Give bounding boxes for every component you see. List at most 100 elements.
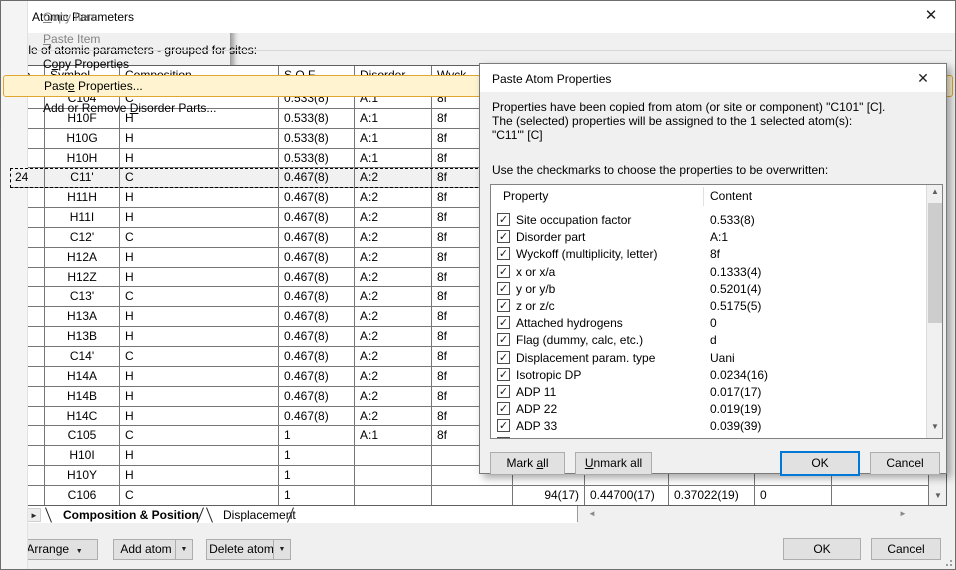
scroll-down-icon[interactable]: ▼ (930, 487, 946, 505)
table-cell[interactable]: A:2 (355, 327, 432, 347)
table-cell[interactable]: H11H (45, 188, 120, 208)
table-cell[interactable]: 0.467(8) (279, 407, 355, 427)
table-cell[interactable]: 0.467(8) (279, 307, 355, 327)
checkbox[interactable]: ✓ (497, 247, 510, 260)
tab-scroll-right-icon[interactable]: ► (27, 508, 41, 522)
table-cell[interactable]: C13' (45, 287, 120, 307)
table-horizontal-scrollbar[interactable]: ◄ ► (577, 506, 929, 522)
mark-all-button[interactable]: Mark all (490, 452, 565, 475)
table-cell[interactable]: 0.467(8) (279, 387, 355, 407)
table-cell[interactable]: H (120, 446, 279, 466)
table-cell[interactable]: 0.467(8) (279, 347, 355, 367)
table-cell[interactable]: 24 (10, 168, 45, 188)
tab-displacement[interactable]: Displacement (223, 508, 296, 522)
table-cell[interactable]: C (120, 228, 279, 248)
table-cell[interactable]: H14C (45, 407, 120, 427)
table-cell[interactable]: C (120, 287, 279, 307)
chevron-down-icon[interactable]: ▼ (273, 540, 290, 559)
checkbox[interactable]: ✓ (497, 333, 510, 346)
table-cell[interactable]: H13A (45, 307, 120, 327)
table-cell[interactable]: H (120, 367, 279, 387)
property-list-scrollbar[interactable]: ▲ ▼ (926, 185, 942, 438)
table-cell[interactable]: 0.533(8) (279, 129, 355, 149)
table-cell[interactable]: H (120, 268, 279, 288)
table-cell[interactable]: C11' (45, 168, 120, 188)
table-cell[interactable]: 0.37022(19) (669, 486, 755, 505)
ok-button[interactable]: OK (783, 538, 861, 560)
table-cell[interactable]: H (120, 208, 279, 228)
table-cell[interactable]: H (120, 327, 279, 347)
checkbox[interactable]: ✓ (497, 402, 510, 415)
table-cell[interactable]: H (120, 248, 279, 268)
chevron-down-icon[interactable]: ▼ (175, 540, 192, 559)
table-cell[interactable]: H (120, 387, 279, 407)
unmark-all-button[interactable]: Unmark all (575, 452, 652, 475)
checkbox[interactable]: ✓ (497, 385, 510, 398)
dialog-ok-button[interactable]: OK (780, 451, 860, 476)
table-cell[interactable]: 94(17) (513, 486, 585, 505)
table-cell[interactable]: H14A (45, 367, 120, 387)
table-cell[interactable] (355, 486, 432, 505)
table-cell[interactable]: 0.467(8) (279, 168, 355, 188)
cancel-button[interactable]: Cancel (871, 538, 941, 560)
table-cell[interactable]: H10Y (45, 466, 120, 486)
table-cell[interactable]: H10I (45, 446, 120, 466)
checkbox[interactable]: ✓ (497, 299, 510, 312)
table-cell[interactable]: A:2 (355, 248, 432, 268)
scroll-up-icon[interactable]: ▲ (927, 187, 943, 201)
scroll-down-icon[interactable]: ▼ (927, 422, 943, 436)
scrollbar-thumb[interactable] (928, 203, 942, 323)
table-cell[interactable]: 0.467(8) (279, 248, 355, 268)
table-cell[interactable]: A:2 (355, 307, 432, 327)
table-cell[interactable]: 0.467(8) (279, 327, 355, 347)
table-cell[interactable]: A:2 (355, 188, 432, 208)
table-cell[interactable]: A:2 (355, 407, 432, 427)
table-cell[interactable]: 0.44700(17) (585, 486, 669, 505)
checkbox[interactable]: ✓ (497, 316, 510, 329)
table-row[interactable]: 40C106C194(17)0.44700(17)0.37022(19)0 (10, 486, 928, 505)
table-cell[interactable]: C (120, 168, 279, 188)
table-cell[interactable]: A:1 (355, 129, 432, 149)
add-atom-button[interactable]: Add atom ▼ (113, 539, 193, 560)
checkbox[interactable]: ✓ (497, 437, 510, 439)
table-cell[interactable]: H (120, 307, 279, 327)
table-cell[interactable] (832, 486, 928, 505)
dialog-cancel-button[interactable]: Cancel (870, 452, 940, 475)
table-cell[interactable]: H10H (45, 149, 120, 169)
table-cell[interactable]: 1 (279, 466, 355, 486)
table-cell[interactable]: A:1 (355, 426, 432, 446)
table-cell[interactable]: 0.467(8) (279, 367, 355, 387)
scroll-left-icon[interactable]: ◄ (584, 506, 600, 522)
checkbox[interactable]: ✓ (497, 419, 510, 432)
table-cell[interactable] (355, 446, 432, 466)
checkbox[interactable]: ✓ (497, 368, 510, 381)
table-cell[interactable]: H12Z (45, 268, 120, 288)
scroll-right-icon[interactable]: ► (895, 506, 911, 522)
table-cell[interactable]: A:2 (355, 347, 432, 367)
checkbox[interactable]: ✓ (497, 351, 510, 364)
table-cell[interactable]: A:2 (355, 387, 432, 407)
table-cell[interactable]: 0 (755, 486, 832, 505)
table-cell[interactable]: C14' (45, 347, 120, 367)
table-cell[interactable]: H (120, 466, 279, 486)
dialog-close-icon[interactable]: ✕ (908, 66, 938, 90)
table-cell[interactable]: C (120, 426, 279, 446)
table-cell[interactable]: A:2 (355, 228, 432, 248)
checkbox[interactable]: ✓ (497, 282, 510, 295)
table-cell[interactable]: H (120, 188, 279, 208)
table-cell[interactable] (432, 486, 513, 505)
table-cell[interactable]: A:2 (355, 287, 432, 307)
table-cell[interactable] (355, 466, 432, 486)
delete-atom-button[interactable]: Delete atom ▼ (206, 539, 291, 560)
table-cell[interactable]: 1 (279, 486, 355, 505)
table-cell[interactable]: H13B (45, 327, 120, 347)
checkbox[interactable]: ✓ (497, 265, 510, 278)
table-cell[interactable]: A:2 (355, 268, 432, 288)
table-cell[interactable]: H (120, 129, 279, 149)
table-cell[interactable]: A:2 (355, 208, 432, 228)
table-cell[interactable]: 0.467(8) (279, 208, 355, 228)
table-cell[interactable]: 1 (279, 426, 355, 446)
table-cell[interactable]: 1 (279, 446, 355, 466)
table-cell[interactable]: H (120, 407, 279, 427)
table-cell[interactable]: C12' (45, 228, 120, 248)
